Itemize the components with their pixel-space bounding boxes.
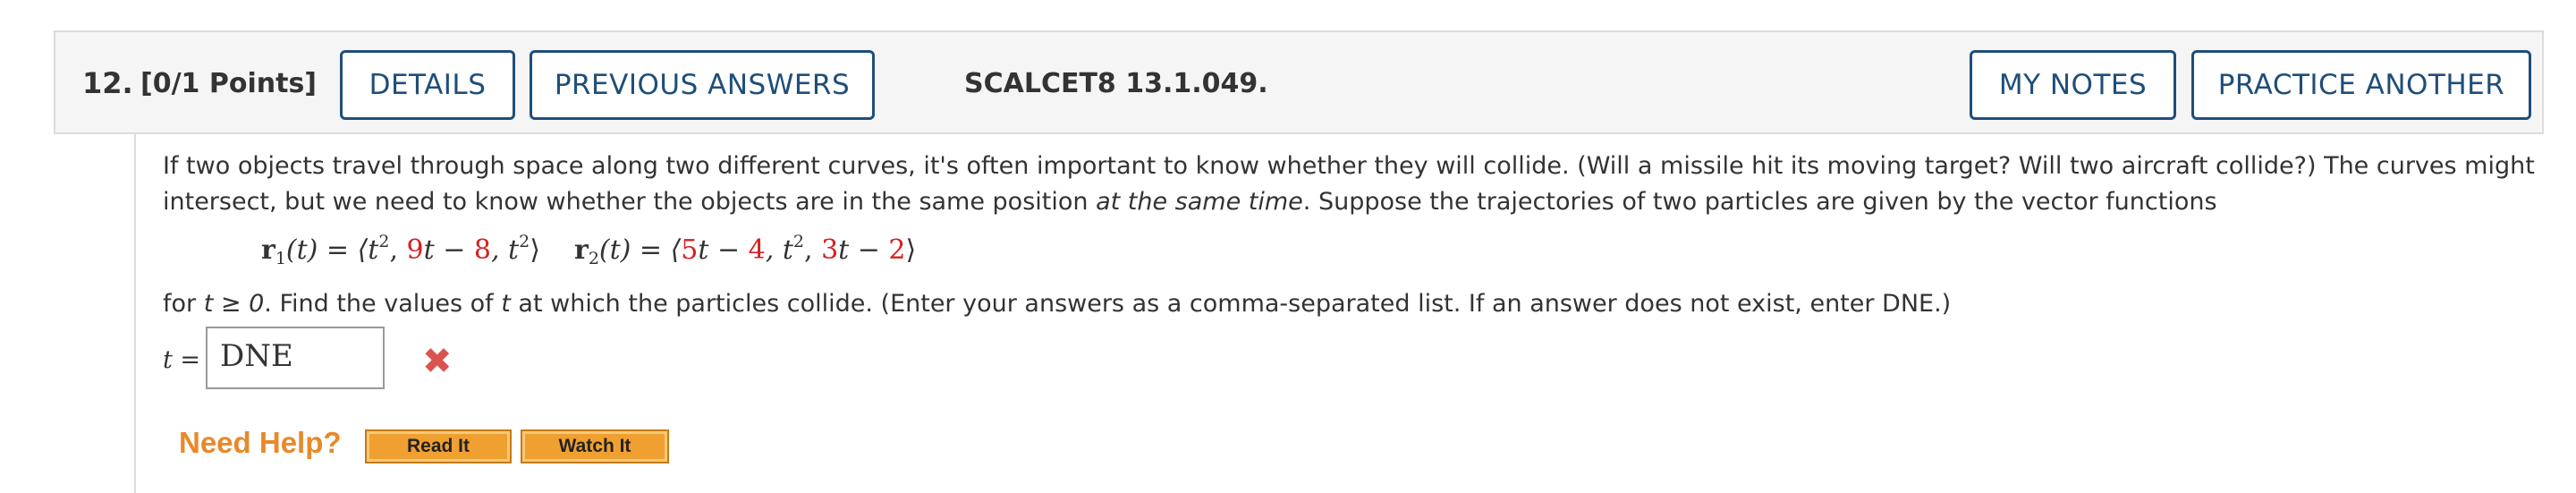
previous-answers-button[interactable]: PREVIOUS ANSWERS: [530, 50, 875, 120]
details-button[interactable]: DETAILS: [340, 50, 515, 120]
vector-function-r2: r2(t) = ⟨5t − 4, t2, 3t − 2⟩: [574, 232, 917, 268]
answer-input[interactable]: DNE: [206, 327, 385, 389]
emphasis-text: at the same time: [1096, 188, 1303, 216]
answer-label: t =: [163, 346, 201, 374]
read-it-button[interactable]: Read It: [365, 429, 512, 463]
question-body: If two objects travel through space alon…: [134, 134, 2546, 493]
question-id: SCALCET8 13.1.049.: [964, 68, 1268, 99]
points-label: [0/1 Points]: [140, 68, 318, 99]
question-number: 12.: [82, 66, 133, 100]
question-text-line-3: for t ≥ 0. Find the values of t at which…: [163, 290, 1952, 318]
my-notes-button[interactable]: MY NOTES: [1970, 50, 2176, 120]
watch-it-button[interactable]: Watch It: [521, 429, 669, 463]
need-help-label: Need Help?: [179, 426, 342, 459]
incorrect-x-icon: ✖: [422, 341, 453, 382]
question-text-line-2: intersect, but we need to know whether t…: [163, 188, 2217, 216]
question-text-line-1: If two objects travel through space alon…: [163, 152, 2535, 180]
practice-another-button[interactable]: PRACTICE ANOTHER: [2191, 50, 2531, 120]
vector-function-r1: r1(t) = ⟨t2, 9t − 8, t2⟩: [261, 232, 540, 268]
question-header: 12. [0/1 Points] DETAILS PREVIOUS ANSWER…: [54, 30, 2544, 134]
